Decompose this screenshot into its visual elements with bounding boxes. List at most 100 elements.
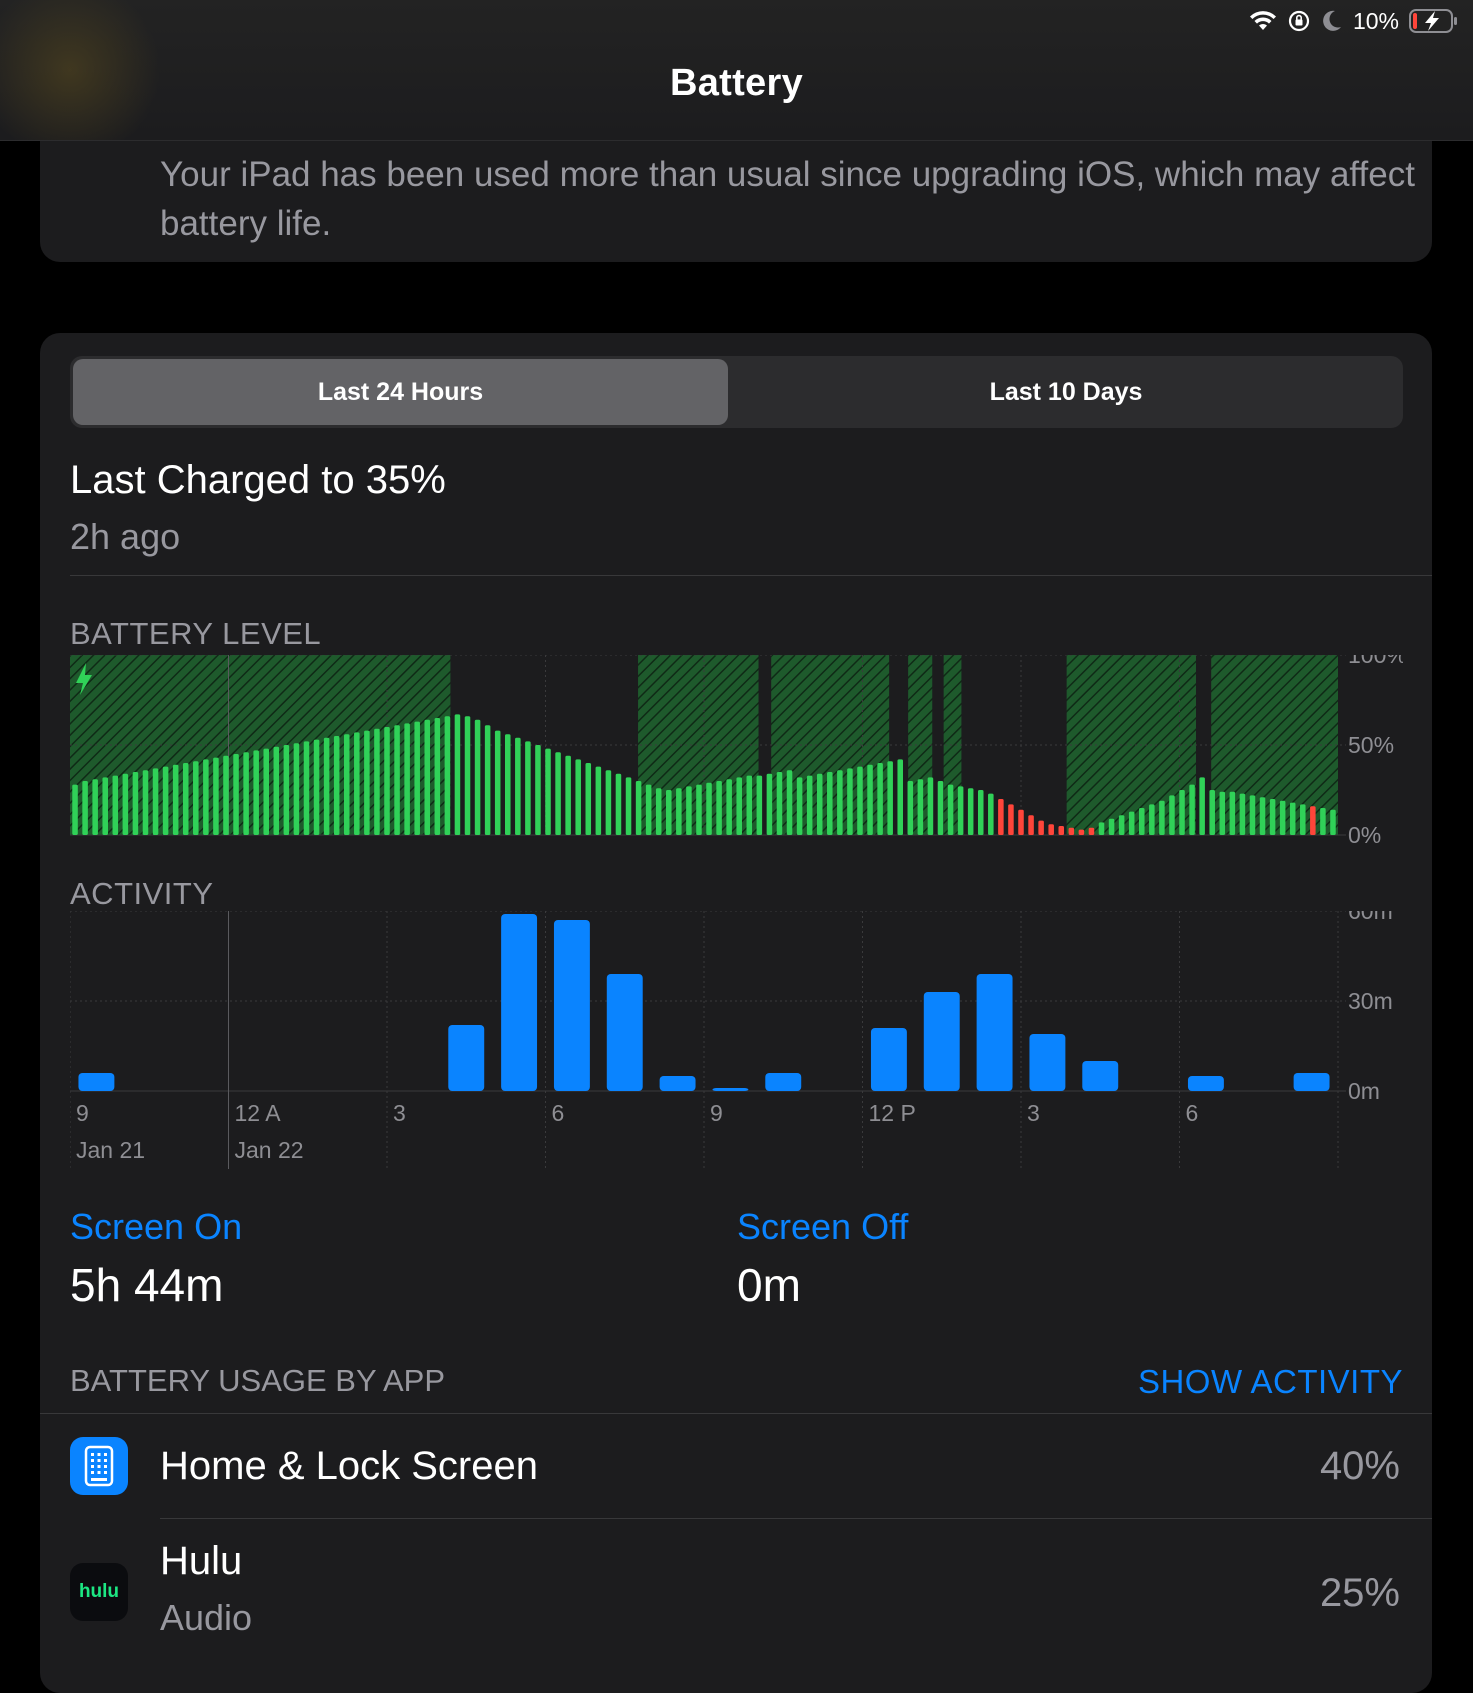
battery-bar [676,788,682,835]
battery-bar [1320,808,1326,835]
battery-bar [303,741,310,835]
screen-on-label: Screen On [70,1206,243,1247]
x-tick-label: 3 [393,1100,406,1126]
battery-bar [706,782,712,835]
y-tick-label: 0m [1348,1078,1380,1104]
battery-bar [1289,802,1296,835]
divider [70,575,1432,576]
battery-bar [1068,827,1075,835]
battery-bar [635,781,642,835]
battery-charging-icon [1409,9,1459,33]
usage-notice-text: Your iPad has been used more than usual … [160,155,1415,243]
activity-bar [1029,1034,1066,1091]
navigation-bar: 10% Battery [0,0,1473,141]
usage-header: BATTERY USAGE BY APP SHOW ACTIVITY [70,1363,1403,1407]
battery-bar [354,732,360,835]
date-label: Jan 22 [235,1137,304,1163]
app-row-home-lock-screen[interactable]: Home & Lock Screen 40% [40,1414,1432,1518]
battery-bar [545,748,551,835]
battery-bar [907,781,914,835]
battery-bar [1149,804,1155,835]
battery-bar [565,755,571,835]
battery-bar [1249,795,1256,835]
battery-bar [786,770,793,835]
app-row-hulu[interactable]: hulu Hulu Audio 25% [40,1519,1432,1659]
battery-bar [575,759,581,835]
battery-bar [766,773,773,835]
battery-bar [998,799,1004,835]
battery-bar [1118,815,1125,835]
battery-bar [515,737,521,835]
battery-bar [1048,824,1054,835]
battery-bar [967,788,974,835]
activity-bar [923,992,960,1091]
battery-bar [1038,820,1044,835]
date-label: Jan 21 [76,1137,145,1163]
screen-off-label: Screen Off [737,1206,909,1247]
battery-bar [193,761,199,835]
battery-bar [323,737,330,835]
show-activity-button[interactable]: SHOW ACTIVITY [1138,1363,1403,1401]
status-bar: 10% [1249,6,1459,36]
battery-bar [666,790,672,835]
battery-bar [253,750,259,835]
battery-bar [1179,790,1185,835]
segment-last-24-hours[interactable]: Last 24 Hours [73,359,728,425]
battery-bar [857,766,863,835]
battery-bar [243,752,249,835]
battery-bar [152,768,159,835]
orientation-lock-icon [1287,9,1311,33]
activity-bar [659,1076,696,1091]
battery-bar [827,772,833,835]
x-tick-label: 9 [710,1100,723,1126]
battery-bar [686,786,692,835]
battery-bar [283,745,290,835]
battery-bar [454,714,461,835]
battery-level-label: BATTERY LEVEL [70,616,322,651]
battery-bar [1219,791,1226,835]
battery-bar [444,716,451,835]
battery-bar [424,719,431,835]
battery-bar [1279,800,1286,835]
activity-chart: 60m 30m 0m 9 12 A 3 6 9 12 P 3 6 Jan 21 Jan 22 [70,911,1393,1169]
activity-bar [712,1088,749,1091]
screen-on-value: 5h 44m [70,1259,224,1311]
battery-bar [1108,818,1115,835]
screen-off-value: 0m [737,1259,801,1311]
battery-bar [806,775,813,835]
activity-bar [870,1028,907,1091]
battery-bar [263,748,270,835]
battery-bar [1159,800,1165,835]
battery-bar [736,777,742,835]
battery-bar [132,772,139,835]
moon-icon [1321,9,1343,33]
battery-bar [837,770,843,835]
battery-bar [1229,791,1236,835]
battery-bar [655,788,662,835]
activity-bar [78,1073,115,1091]
y-tick-label: 0% [1348,822,1381,845]
y-tick-label: 50% [1348,732,1394,758]
activity-bar [501,914,538,1091]
battery-bar [1300,804,1306,835]
battery-bar [726,779,732,835]
battery-bar [1330,809,1336,835]
battery-bar [504,734,511,835]
usage-notice-card: Your iPad has been used more than usual … [40,120,1432,262]
battery-bar [1088,827,1095,835]
segment-last-10-days[interactable]: Last 10 Days [732,359,1400,425]
activity-bar [765,1073,802,1091]
battery-bar [1209,790,1215,835]
battery-bar [474,719,481,835]
battery-bar [645,784,652,835]
wifi-icon [1249,10,1277,32]
battery-bar [464,716,471,835]
activity-bar [1293,1073,1330,1091]
battery-bar [605,770,612,835]
battery-bar [696,784,702,835]
page-title: Battery [669,62,804,104]
battery-bar [796,777,803,835]
battery-bar [434,718,441,835]
activity-bar [553,920,590,1091]
battery-bar [746,775,753,835]
